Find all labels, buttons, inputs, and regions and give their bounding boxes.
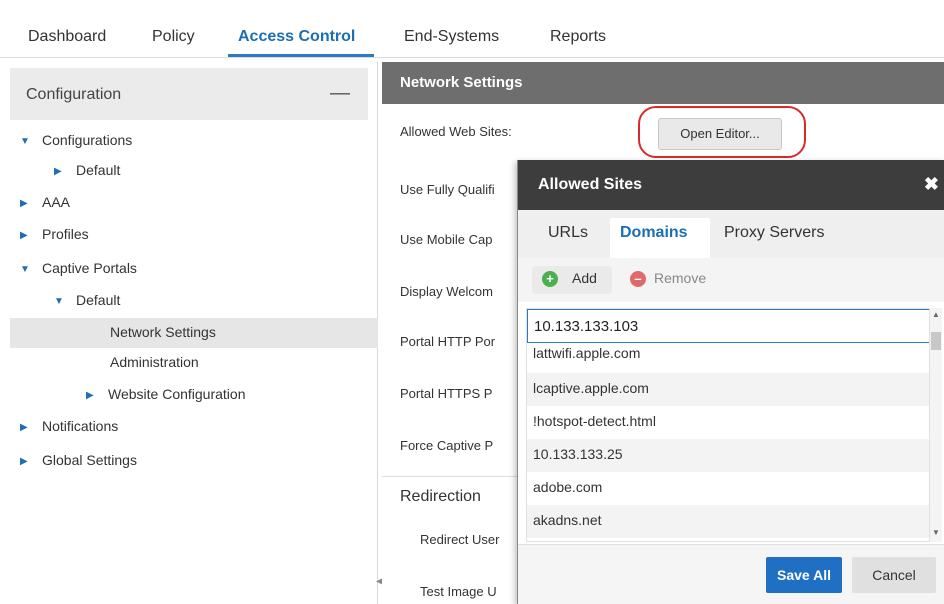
tree-item-profiles[interactable]: ▶ Profiles — [20, 226, 360, 254]
redirection-heading: Redirection — [400, 488, 481, 505]
tab-proxy-servers[interactable]: Proxy Servers — [724, 224, 824, 242]
tab-domains[interactable]: Domains — [620, 224, 688, 242]
caret-right-icon: ▶ — [86, 390, 94, 401]
list-item[interactable]: lcaptive.apple.com — [527, 373, 929, 406]
tree-item-global-settings[interactable]: ▶ Global Settings — [20, 452, 360, 480]
section-divider — [382, 476, 522, 477]
add-label: Add — [572, 270, 597, 286]
tree-item-configurations[interactable]: ▼ Configurations — [20, 132, 360, 160]
caret-right-icon: ▶ — [20, 422, 28, 433]
domain-edit-input[interactable] — [527, 309, 929, 343]
tree-item-administration[interactable]: Administration — [110, 354, 360, 382]
portal-https-port-label: Portal HTTPS P — [400, 386, 493, 401]
save-all-button[interactable]: Save All — [766, 557, 842, 593]
caret-down-icon: ▼ — [20, 136, 30, 147]
tree-item-aaa[interactable]: ▶ AAA — [20, 194, 360, 222]
caret-right-icon: ▶ — [20, 198, 28, 209]
scroll-up-icon[interactable]: ▲ — [932, 310, 940, 319]
tree-item-label: Administration — [110, 354, 199, 370]
caret-down-icon: ▼ — [54, 296, 64, 307]
tree-item-network-settings[interactable]: Network Settings — [10, 318, 378, 348]
tab-end-systems[interactable]: End-Systems — [404, 28, 499, 46]
list-item[interactable]: !hotspot-detect.html — [527, 406, 929, 439]
caret-right-icon: ▶ — [54, 166, 62, 177]
tab-urls[interactable]: URLs — [548, 224, 588, 242]
tab-dashboard[interactable]: Dashboard — [28, 28, 106, 46]
tree-item-captive-portals[interactable]: ▼ Captive Portals — [20, 260, 360, 288]
use-fully-qualified-label: Use Fully Qualifi — [400, 182, 495, 197]
tree-item-label: Configurations — [42, 132, 133, 148]
display-welcome-label: Display Welcom — [400, 284, 493, 299]
tree-item-label: Captive Portals — [42, 260, 137, 276]
dialog-title: Allowed Sites — [538, 176, 643, 193]
dialog-toolbar: + Add – Remove — [518, 258, 944, 302]
tree-item-label: Website Configuration — [108, 386, 246, 402]
caret-right-icon: ▶ — [20, 230, 28, 241]
list-item[interactable]: akadns.net — [527, 505, 929, 538]
tree-item-label: Default — [76, 162, 121, 178]
configuration-header: Configuration — — [10, 68, 368, 120]
dialog-footer: Save All Cancel — [518, 544, 944, 604]
allowed-web-sites-label: Allowed Web Sites: — [400, 124, 512, 139]
dialog-tabs: URLs Domains Proxy Servers — [518, 210, 944, 258]
force-captive-portal-label: Force Captive P — [400, 438, 494, 453]
list-item[interactable]: lattwifi.apple.com — [527, 343, 929, 373]
tree-item-label: Notifications — [42, 418, 119, 434]
tree-item-notifications[interactable]: ▶ Notifications — [20, 418, 360, 446]
plus-icon: + — [542, 271, 558, 287]
list-item[interactable]: adobe.com — [527, 472, 929, 505]
list-scrollbar[interactable]: ▲ ▼ — [930, 308, 942, 542]
cancel-button[interactable]: Cancel — [852, 557, 936, 593]
scroll-down-icon[interactable]: ▼ — [932, 528, 940, 537]
content-title: Network Settings — [400, 74, 523, 91]
tab-access-control[interactable]: Access Control — [238, 28, 355, 46]
caret-down-icon: ▼ — [20, 264, 30, 275]
dialog-header: Allowed Sites ✖ — [518, 160, 944, 210]
minus-icon: – — [630, 271, 646, 287]
test-image-url-label: Test Image U — [420, 584, 497, 599]
tab-policy[interactable]: Policy — [152, 28, 195, 46]
remove-label: Remove — [654, 270, 707, 286]
allowed-sites-dialog: Allowed Sites ✖ URLs Domains Proxy Serve… — [517, 160, 944, 604]
scroll-thumb[interactable] — [931, 332, 941, 350]
active-tab-underline — [228, 54, 374, 57]
remove-button[interactable]: – Remove — [630, 266, 720, 294]
tree-item-default-portal[interactable]: ▼ Default — [54, 292, 354, 320]
tab-reports[interactable]: Reports — [550, 28, 606, 46]
caret-right-icon: ▶ — [20, 456, 28, 467]
tree-item-label: AAA — [42, 194, 71, 210]
tree-item-label: Default — [76, 292, 121, 308]
tree-item-default[interactable]: ▶ Default — [54, 162, 354, 190]
tree-item-label: Global Settings — [42, 452, 137, 468]
tree-item-website-configuration[interactable]: ▶ Website Configuration — [86, 386, 366, 414]
tree-item-label: Profiles — [42, 226, 89, 242]
list-item[interactable]: 10.133.133.25 — [527, 439, 929, 472]
top-navigation: Dashboard Policy Access Control End-Syst… — [0, 0, 944, 58]
left-panel: Configuration — ▼ Configurations ▶ Defau… — [0, 62, 378, 604]
open-editor-button[interactable]: Open Editor... — [658, 118, 782, 150]
domains-list: lattwifi.apple.com lcaptive.apple.com !h… — [526, 308, 930, 542]
add-button[interactable]: + Add — [532, 266, 612, 294]
collapse-icon[interactable]: — — [330, 82, 350, 105]
panel-title: Configuration — [26, 86, 122, 103]
use-mobile-captive-label: Use Mobile Cap — [400, 232, 493, 247]
portal-http-port-label: Portal HTTP Por — [400, 334, 496, 349]
redirect-user-label: Redirect User — [420, 532, 500, 547]
tree-item-label: Network Settings — [110, 324, 216, 340]
close-icon[interactable]: ✖ — [924, 174, 939, 195]
content-header: Network Settings — [382, 62, 944, 104]
